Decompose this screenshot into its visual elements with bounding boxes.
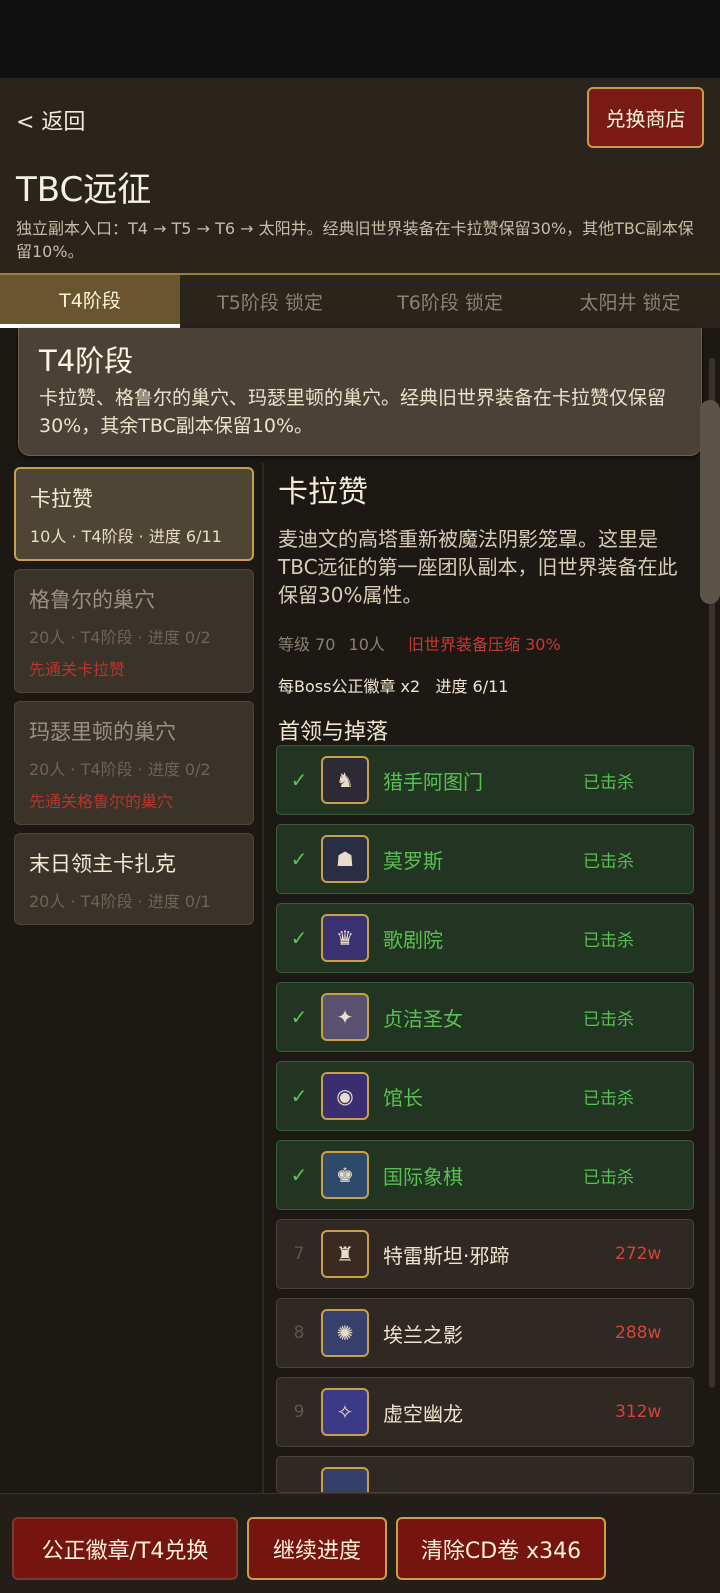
boss-row[interactable]: ✓ ♚ 国际象棋 已击杀 [276,1140,694,1210]
boss-name: 猎手阿图门 [383,769,483,794]
detail-meta: 等级 70 10人 旧世界装备压缩 30% [278,631,698,655]
dungeon-name: 末日领主卡扎克 [29,852,176,876]
dungeon-item-gruul[interactable]: 格鲁尔的巢穴 20人 · T4阶段 · 进度 0/2 先通关卡拉赞 [14,569,254,693]
boss-name: 莫罗斯 [383,848,443,873]
boss-row[interactable]: ✓ ☗ 莫罗斯 已击杀 [276,824,694,894]
shop-button[interactable]: 兑换商店 [587,87,704,148]
boss-status: 已击杀 [583,1167,634,1188]
column-divider [262,463,264,1493]
dungeon-list: 卡拉赞 10人 · T4阶段 · 进度 6/11 格鲁尔的巢穴 20人 · T4… [14,467,254,933]
curator-portrait-icon: ◉ [321,1072,369,1120]
check-icon: ✓ [290,1005,308,1029]
back-button[interactable]: < 返回 [16,104,85,136]
badge-reward: 每Boss公正徽章 x2 [278,677,421,696]
detail-compress: 旧世界装备压缩 30% [408,635,561,654]
boss-index: 7 [293,1244,305,1264]
boss-row[interactable]: 9 ✧ 虚空幽龙 312w [276,1377,694,1447]
boss-index: 8 [293,1323,305,1343]
boss-portrait-icon [321,1467,369,1492]
dungeon-meta: 10人 · T4阶段 · 进度 6/11 [30,527,222,546]
boss-status: 已击杀 [583,1009,634,1030]
boss-row[interactable]: ✓ ♛ 歌剧院 已击杀 [276,903,694,973]
badge-exchange-button[interactable]: 公正徽章/T4兑换 [12,1517,238,1580]
dungeon-name: 卡拉赞 [30,487,93,511]
boss-status: 已击杀 [583,851,634,872]
phase-card: T4阶段 卡拉赞、格鲁尔的巢穴、玛瑟里顿的巢穴。经典旧世界装备在卡拉赞仅保留30… [18,328,702,456]
boss-name: 国际象棋 [383,1164,463,1189]
horseman-portrait-icon: ♞ [321,756,369,804]
boss-name: 馆长 [383,1085,423,1110]
phase-title: T4阶段 [39,344,134,378]
chess-portrait-icon: ♚ [321,1151,369,1199]
opera-portrait-icon: ♛ [321,914,369,962]
check-icon: ✓ [290,926,308,950]
dungeon-meta: 20人 · T4阶段 · 进度 0/2 [29,760,211,779]
dungeon-name: 玛瑟里顿的巢穴 [29,720,176,744]
netherspite-portrait-icon: ✧ [321,1388,369,1436]
detail-level: 等级 70 [278,635,336,654]
phase-desc: 卡拉赞、格鲁尔的巢穴、玛瑟里顿的巢穴。经典旧世界装备在卡拉赞仅保留30%，其余T… [39,387,667,437]
shade-portrait-icon: ✺ [321,1309,369,1357]
boss-row[interactable]: 8 ✺ 埃兰之影 288w [276,1298,694,1368]
tab-t6[interactable]: T6阶段 锁定 [360,275,540,328]
dungeon-requirement: 先通关卡拉赞 [29,660,126,679]
boss-name: 虚空幽龙 [383,1401,463,1426]
check-icon: ✓ [290,1084,308,1108]
boss-name: 歌剧院 [383,927,443,952]
butler-portrait-icon: ☗ [321,835,369,883]
check-icon: ✓ [290,847,308,871]
boss-row[interactable]: ✓ ✦ 贞洁圣女 已击杀 [276,982,694,1052]
tab-t4[interactable]: T4阶段 [0,275,180,328]
detail-badges: 每Boss公正徽章 x2 进度 6/11 [278,673,698,697]
dungeon-meta: 20人 · T4阶段 · 进度 0/1 [29,892,211,911]
boss-status: 已击杀 [583,930,634,951]
boss-name: 埃兰之影 [383,1322,463,1347]
status-bar [0,0,720,78]
detail-desc: 麦迪文的高塔重新被魔法阴影笼罩。这里是TBC远征的第一座团队副本，旧世界装备在此… [278,527,678,607]
boss-name: 贞洁圣女 [383,1006,463,1031]
dungeon-requirement: 先通关格鲁尔的巢穴 [29,792,174,811]
scrollbar-thumb[interactable] [700,400,720,604]
clear-cd-button[interactable]: 清除CD卷 x346 [396,1517,606,1580]
check-icon: ✓ [290,1163,308,1187]
boss-name: 特雷斯坦·邪蹄 [383,1243,510,1268]
check-icon: ✓ [290,768,308,792]
tab-t5[interactable]: T5阶段 锁定 [180,275,360,328]
continue-progress-button[interactable]: 继续进度 [247,1517,387,1580]
boss-row[interactable]: ✓ ♞ 猎手阿图门 已击杀 [276,745,694,815]
dungeon-item-magtheridon[interactable]: 玛瑟里顿的巢穴 20人 · T4阶段 · 进度 0/2 先通关格鲁尔的巢穴 [14,701,254,825]
boss-status: 已击杀 [583,772,634,793]
boss-index: 9 [293,1402,305,1422]
page-subtitle: 独立副本入口：T4 → T5 → T6 → 太阳井。经典旧世界装备在卡拉赞保留3… [16,219,694,261]
maiden-portrait-icon: ✦ [321,993,369,1041]
demon-portrait-icon: ♜ [321,1230,369,1278]
boss-hp: 312w [615,1402,662,1422]
dungeon-item-kazzak[interactable]: 末日领主卡扎克 20人 · T4阶段 · 进度 0/1 [14,833,254,925]
boss-row[interactable]: 7 ♜ 特雷斯坦·邪蹄 272w [276,1219,694,1289]
boss-status: 已击杀 [583,1088,634,1109]
section-title-bosses: 首领与掉落 [278,720,389,745]
detail-title: 卡拉赞 [278,475,368,510]
tab-sunwell[interactable]: 太阳井 锁定 [540,275,720,328]
dungeon-meta: 20人 · T4阶段 · 进度 0/2 [29,628,211,647]
boss-row[interactable]: ✓ ◉ 馆长 已击杀 [276,1061,694,1131]
detail-progress: 进度 6/11 [435,677,509,696]
page-title: TBC远征 [16,170,152,210]
phase-tabs: T4阶段 T5阶段 锁定 T6阶段 锁定 太阳井 锁定 [0,273,720,328]
boss-hp: 288w [615,1323,662,1343]
detail-size: 10人 [348,635,385,654]
dungeon-item-karazhan[interactable]: 卡拉赞 10人 · T4阶段 · 进度 6/11 [14,467,254,561]
dungeon-detail: 卡拉赞 麦迪文的高塔重新被魔法阴影笼罩。这里是TBC远征的第一座团队副本，旧世界… [278,467,698,697]
boss-hp: 272w [615,1244,662,1264]
dungeon-name: 格鲁尔的巢穴 [29,588,155,612]
boss-row-partial[interactable] [276,1456,694,1493]
